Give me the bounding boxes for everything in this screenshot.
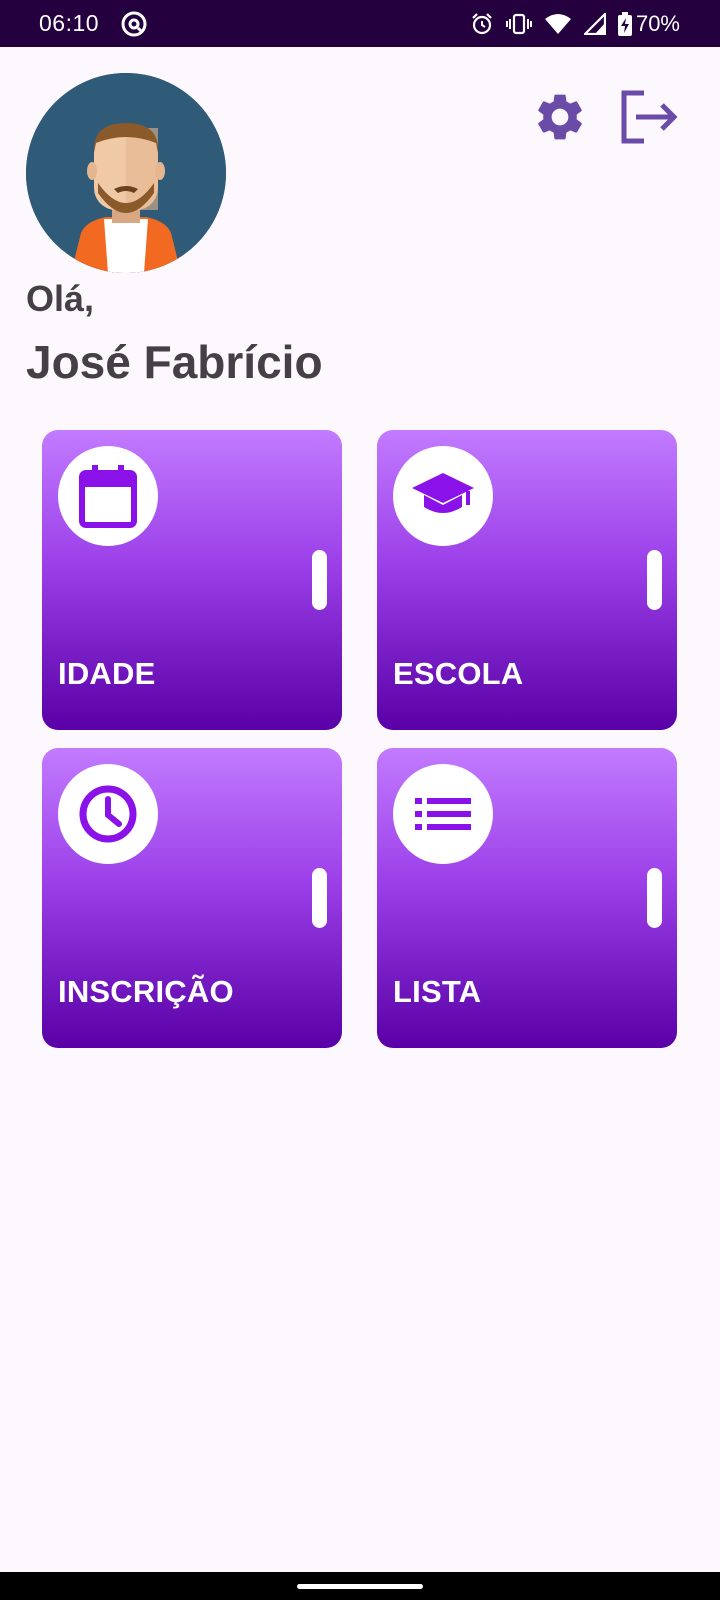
tile-label: IDADE: [58, 656, 156, 691]
alarm-icon: [472, 12, 492, 34]
user-avatar[interactable]: [26, 73, 226, 273]
logout-icon: [621, 90, 678, 144]
calendar-icon: [79, 465, 137, 528]
user-name: José Fabrício: [26, 336, 323, 388]
navigation-bar: [0, 1572, 720, 1600]
tile-label: ESCOLA: [393, 656, 524, 691]
battery-charging-icon: [617, 11, 632, 36]
tile-escola[interactable]: ESCOLA: [377, 430, 677, 730]
graduation-cap-icon: [412, 473, 474, 513]
header-actions: [530, 87, 680, 147]
status-bar: 06:10 70%: [0, 0, 720, 47]
at-sign-icon: [121, 11, 147, 36]
list-icon: [415, 798, 471, 830]
tile-label: INSCRIÇÃO: [58, 974, 234, 1009]
gear-icon: [538, 94, 582, 140]
signal-icon: [583, 12, 606, 35]
wifi-icon: [544, 13, 571, 34]
tile-handle: [647, 550, 662, 610]
logout-button[interactable]: [620, 87, 680, 147]
tile-icon-container: [393, 764, 493, 864]
tile-handle: [312, 550, 327, 610]
tile-icon-container: [393, 446, 493, 546]
tile-inscricao[interactable]: INSCRIÇÃO: [42, 748, 342, 1048]
greeting-text: Olá,: [26, 278, 95, 319]
tile-handle: [647, 868, 662, 928]
tile-label: LISTA: [393, 974, 482, 1009]
tile-icon-container: [58, 764, 158, 864]
tile-icon-container: [58, 446, 158, 546]
home-gesture-handle[interactable]: [297, 1584, 423, 1589]
battery-percent: 70%: [635, 10, 680, 36]
user-avatar-icon: [26, 73, 226, 273]
tile-idade[interactable]: IDADE: [42, 430, 342, 730]
tile-lista[interactable]: LISTA: [377, 748, 677, 1048]
tile-handle: [312, 868, 327, 928]
settings-button[interactable]: [530, 87, 590, 147]
vibrate-icon: [505, 13, 532, 34]
status-time: 06:10: [39, 10, 100, 36]
clock-icon: [79, 785, 137, 843]
